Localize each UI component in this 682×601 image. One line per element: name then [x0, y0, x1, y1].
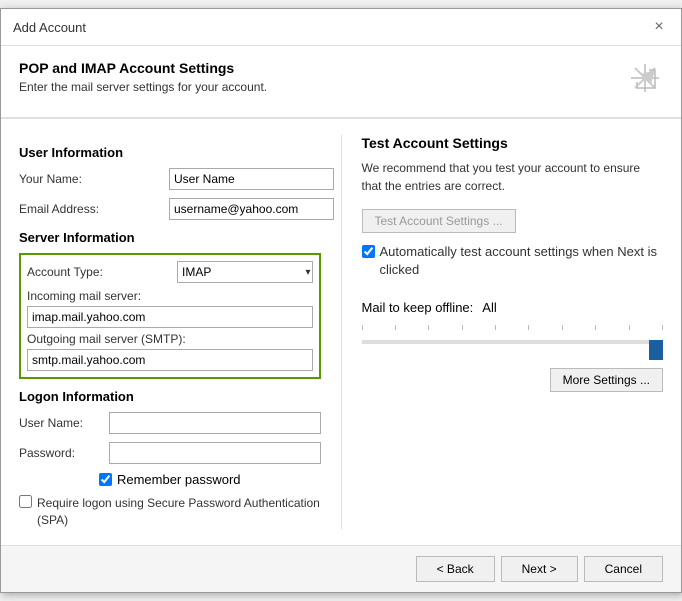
email-address-input[interactable] — [169, 198, 334, 220]
spa-label: Require logon using Secure Password Auth… — [37, 495, 321, 529]
password-row: Password: — [19, 442, 321, 464]
test-account-settings-button[interactable]: Test Account Settings ... — [362, 209, 516, 233]
password-input[interactable] — [109, 442, 321, 464]
logon-username-input[interactable] — [109, 412, 321, 434]
email-address-row: Email Address: — [19, 198, 321, 220]
your-name-input[interactable] — [169, 168, 334, 190]
more-settings-area: More Settings ... — [362, 358, 664, 392]
user-info-label: User Information — [19, 145, 321, 160]
auto-test-label: Automatically test account settings when… — [380, 243, 664, 279]
left-panel: User Information Your Name: Email Addres… — [19, 135, 321, 529]
close-button[interactable]: × — [649, 17, 669, 37]
cursor-icon — [627, 60, 663, 103]
right-panel: Test Account Settings We recommend that … — [341, 135, 664, 529]
header-subtitle: Enter the mail server settings for your … — [19, 80, 267, 94]
header-title: POP and IMAP Account Settings — [19, 60, 267, 76]
mail-keep-offline-label: Mail to keep offline: — [362, 300, 474, 315]
logon-username-row: User Name: — [19, 412, 321, 434]
your-name-label: Your Name: — [19, 172, 169, 186]
account-type-select-wrapper: IMAP POP3 ▾ — [177, 261, 313, 283]
dialog-title: Add Account — [13, 20, 86, 35]
add-account-dialog: Add Account × POP and IMAP Account Setti… — [0, 8, 682, 593]
account-type-row: Account Type: IMAP POP3 ▾ — [27, 261, 313, 283]
offline-mail-slider[interactable] — [362, 340, 664, 344]
remember-password-checkbox[interactable] — [99, 473, 112, 486]
slider-container — [362, 325, 664, 348]
mail-keep-offline-row: Mail to keep offline: All — [362, 300, 664, 315]
remember-password-row: Remember password — [19, 472, 321, 487]
auto-test-row: Automatically test account settings when… — [362, 243, 664, 279]
remember-password-label: Remember password — [117, 472, 241, 487]
logon-username-label: User Name: — [19, 416, 109, 430]
incoming-mail-row: Incoming mail server: — [27, 289, 313, 332]
mail-keep-offline-value: All — [482, 300, 496, 315]
spa-row: Require logon using Secure Password Auth… — [19, 495, 321, 529]
account-type-label: Account Type: — [27, 265, 177, 279]
account-type-select[interactable]: IMAP POP3 — [177, 261, 313, 283]
main-content: User Information Your Name: Email Addres… — [1, 119, 681, 545]
email-address-label: Email Address: — [19, 202, 169, 216]
outgoing-mail-input[interactable] — [27, 349, 313, 371]
cancel-button[interactable]: Cancel — [584, 556, 663, 582]
spa-checkbox[interactable] — [19, 495, 32, 508]
test-settings-desc: We recommend that you test your account … — [362, 159, 664, 195]
incoming-mail-input[interactable] — [27, 306, 313, 328]
test-settings-title: Test Account Settings — [362, 135, 664, 151]
outgoing-mail-row: Outgoing mail server (SMTP): — [27, 332, 313, 371]
footer: < Back Next > Cancel — [1, 545, 681, 592]
header-section: POP and IMAP Account Settings Enter the … — [1, 46, 681, 118]
auto-test-checkbox[interactable] — [362, 245, 375, 258]
slider-ticks — [362, 325, 664, 330]
incoming-mail-label: Incoming mail server: — [27, 289, 313, 303]
outgoing-mail-label: Outgoing mail server (SMTP): — [27, 332, 313, 346]
password-label: Password: — [19, 446, 109, 460]
next-button[interactable]: Next > — [501, 556, 578, 582]
slider-section: Mail to keep offline: All — [362, 300, 664, 392]
back-button[interactable]: < Back — [416, 556, 495, 582]
server-info-box: Account Type: IMAP POP3 ▾ Incoming mail … — [19, 253, 321, 379]
more-settings-button[interactable]: More Settings ... — [550, 368, 663, 392]
title-bar: Add Account × — [1, 9, 681, 46]
your-name-row: Your Name: — [19, 168, 321, 190]
server-info-label: Server Information — [19, 230, 321, 245]
logon-info-label: Logon Information — [19, 389, 321, 404]
